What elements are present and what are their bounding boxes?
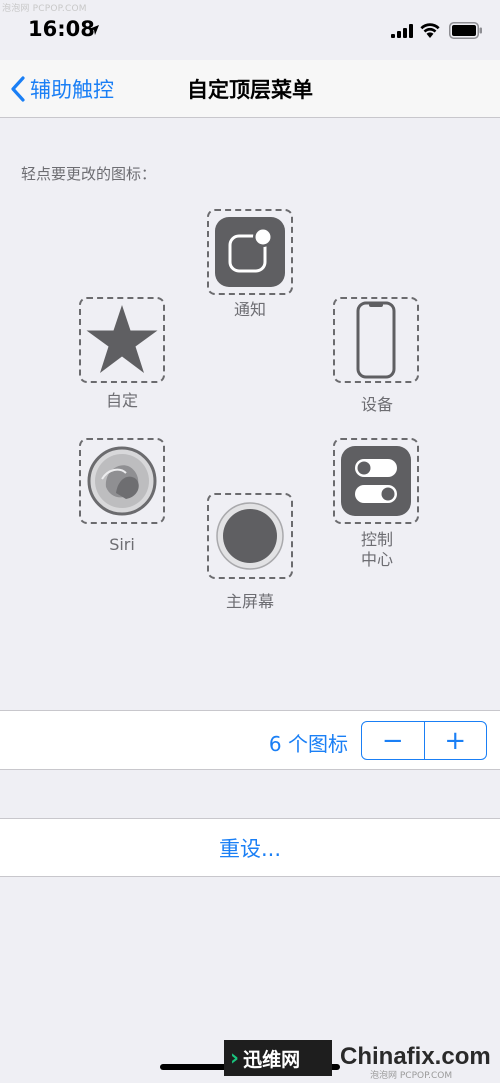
slot-control-center[interactable] (333, 438, 419, 524)
iphone-icon (356, 301, 396, 379)
slot-home[interactable] (207, 493, 293, 579)
slot-notification-label: 通知 (233, 300, 266, 319)
increment-button[interactable]: + (425, 722, 487, 759)
reset-button[interactable]: 重设... (0, 818, 500, 877)
brand-badge-text: 迅维网 (243, 1048, 301, 1071)
control-center-label-line1: 控制 (360, 530, 393, 549)
icon-count-label: 6 个图标 (268, 732, 348, 756)
brand-sub: 泡泡网 PCPOP.COM (370, 1071, 453, 1081)
reset-button-label: 重设... (218, 836, 282, 861)
brand-site: Chinafix.com (340, 1043, 491, 1070)
slot-notification[interactable] (207, 209, 293, 295)
slot-home-label: 主屏幕 (225, 592, 274, 611)
battery-icon (449, 22, 482, 39)
status-bar: 16:08 (0, 0, 500, 60)
control-center-label-line2: 中心 (360, 550, 393, 569)
brand-logo: › 迅维网 (224, 1040, 332, 1076)
home-button-icon (216, 502, 284, 570)
notification-icon (215, 217, 285, 287)
slot-control-center-label: 控制 中心 (322, 530, 432, 570)
cellular-signal-icon (391, 24, 413, 38)
slot-device-label: 设备 (360, 395, 393, 414)
control-center-icon (341, 446, 411, 516)
navigation-bar: 辅助触控 自定顶层菜单 (0, 60, 500, 118)
page-title: 自定顶层菜单 (187, 78, 313, 102)
icon-count-row: 6 个图标 − + (0, 710, 500, 770)
slot-device[interactable] (333, 297, 419, 383)
decrement-button[interactable]: − (362, 722, 425, 759)
slot-custom-label: 自定 (105, 391, 138, 410)
wifi-icon (420, 23, 440, 38)
section-hint: 轻点要更改的图标： (21, 165, 157, 183)
slot-siri[interactable] (79, 438, 165, 524)
star-icon (86, 305, 158, 373)
siri-icon (87, 446, 157, 516)
location-arrow-icon (89, 25, 99, 35)
slot-custom[interactable] (79, 297, 165, 383)
status-time: 16:08 (28, 17, 95, 41)
chevron-logo-icon: › (230, 1045, 240, 1071)
icon-count-stepper[interactable]: − + (361, 721, 487, 760)
slot-siri-label: Siri (109, 535, 135, 554)
